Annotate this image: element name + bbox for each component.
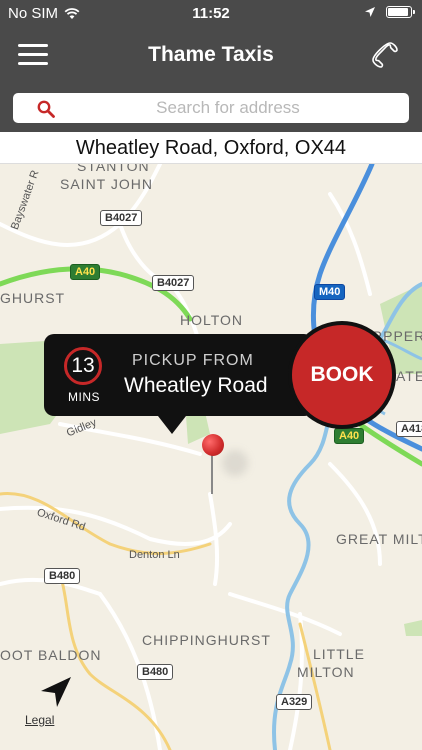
road-badge: A329	[276, 694, 313, 710]
road-badge: B4027	[100, 210, 143, 226]
location-arrow-icon	[365, 7, 375, 17]
place-label: STANTON	[77, 164, 150, 174]
road-badge: A418	[396, 421, 422, 437]
call-button[interactable]	[370, 40, 400, 70]
road-badge: B480	[44, 568, 81, 584]
app-title: Thame Taxis	[148, 43, 274, 66]
pickup-pin-icon[interactable]	[202, 434, 224, 456]
search-bar	[0, 84, 422, 132]
place-label: ATE	[396, 368, 422, 384]
pickup-callout: 13 MINS PICKUP FROM Wheatley Road	[44, 334, 314, 416]
place-label: GHURST	[0, 290, 66, 306]
place-label: OOT BALDON	[0, 647, 102, 663]
nav-bar: Thame Taxis	[0, 28, 422, 84]
road-label: Denton Ln	[129, 549, 180, 561]
book-button[interactable]: BOOK	[288, 321, 396, 429]
place-label: CHIPPINGHURST	[142, 632, 271, 648]
place-label: SAINT JOHN	[60, 176, 153, 192]
callout-tail	[158, 416, 186, 434]
search-box	[13, 93, 409, 123]
search-icon	[37, 100, 55, 118]
road-badge: M40	[314, 284, 346, 300]
pickup-heading: PICKUP FROM	[132, 352, 254, 369]
pin-shadow	[222, 450, 248, 476]
legal-link[interactable]: Legal	[25, 713, 54, 727]
place-label: LITTLE	[313, 646, 365, 662]
phone-icon	[372, 42, 398, 68]
road-badge: A40	[334, 428, 365, 444]
eta-value: 13	[64, 347, 102, 385]
status-bar: No SIM 11:52	[0, 0, 422, 28]
locate-me-icon[interactable]	[38, 674, 74, 710]
road-badge: A40	[70, 264, 101, 280]
map-view[interactable]: STANTON SAINT JOHN GHURST HOLTON RPPERF …	[0, 164, 422, 750]
pickup-street: Wheatley Road	[124, 374, 268, 397]
eta-unit: MINS	[68, 390, 100, 404]
road-badge: B4027	[152, 275, 195, 291]
place-label: GREAT MILT	[336, 531, 422, 547]
road-badge: B480	[137, 664, 174, 680]
current-address: Wheatley Road, Oxford, OX44	[0, 132, 422, 164]
status-time: 11:52	[192, 5, 230, 22]
place-label: MILTON	[297, 664, 355, 680]
battery-fill	[388, 8, 408, 16]
place-label: HOLTON	[180, 312, 244, 328]
search-input[interactable]	[63, 93, 393, 123]
battery-icon	[386, 6, 415, 18]
